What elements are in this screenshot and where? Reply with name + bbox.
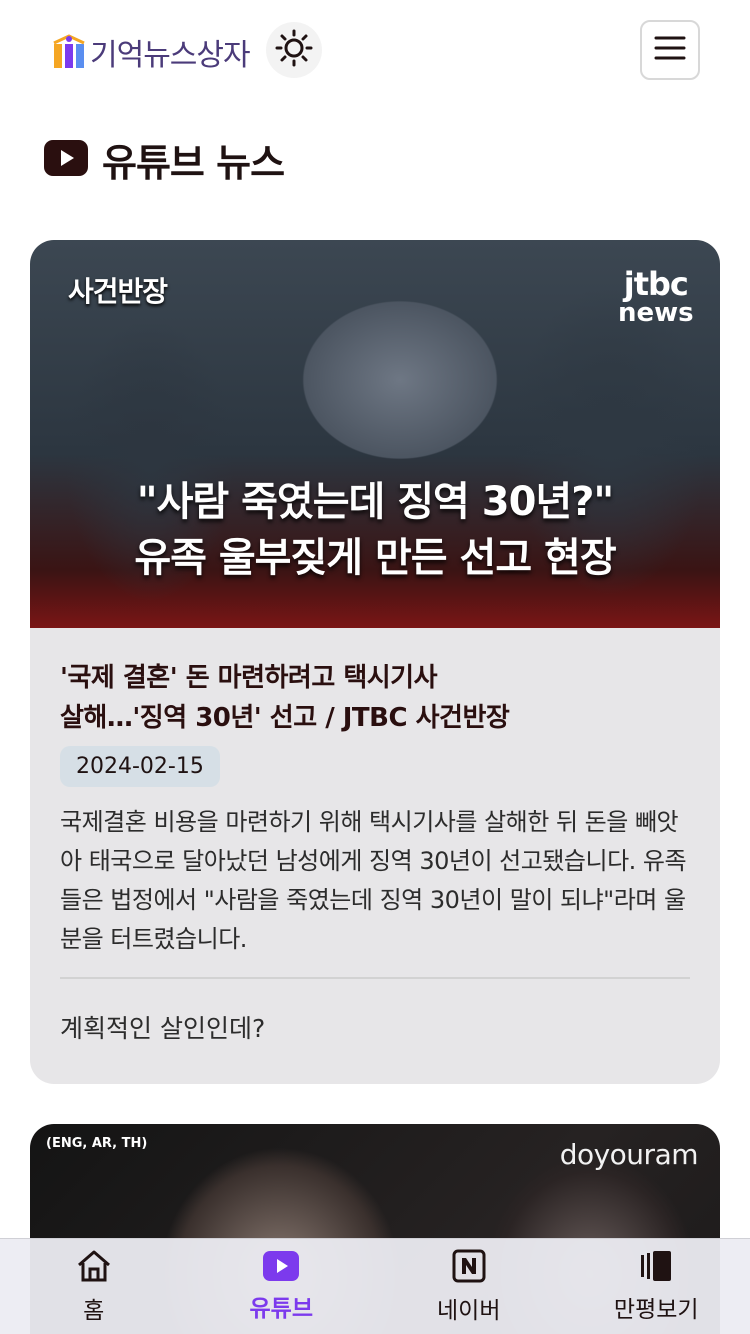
- nav-item-home[interactable]: 홈: [0, 1239, 188, 1334]
- home-icon: [76, 1249, 112, 1287]
- thumbnail-program-tag: 사건반장: [68, 275, 168, 308]
- header: 기억뉴스상자: [0, 0, 750, 100]
- nav-label-youtube: 유튜브: [249, 1295, 313, 1322]
- news-note: 계획적인 살인인데?: [60, 1014, 266, 1043]
- menu-button[interactable]: [640, 20, 700, 80]
- jtbc-news-logo: jtbc news: [618, 268, 694, 326]
- nav-label-cartoon: 만평보기: [613, 1296, 699, 1323]
- thumbnail-headline-line2: 유족 울부짖게 만든 선고 현장: [134, 535, 616, 581]
- news-card[interactable]: 사건반장 jtbc news "사람 죽였는데 징역 30년?" 유족 울부짖게…: [30, 240, 720, 1084]
- news-title[interactable]: '국제 결혼' 돈 마련하려고 택시기사 살해…'징역 30년' 선고 / JT…: [60, 658, 690, 738]
- card-body: '국제 결혼' 돈 마련하려고 택시기사 살해…'징역 30년' 선고 / JT…: [30, 628, 720, 1045]
- nav-label-home: 홈: [83, 1297, 105, 1324]
- hamburger-icon: [654, 35, 686, 65]
- logo-box-icon: [52, 34, 86, 70]
- youtube-icon: [44, 139, 88, 180]
- sun-icon: [274, 28, 314, 72]
- section-header: 유튜브 뉴스: [44, 132, 285, 187]
- nav-item-youtube[interactable]: 유튜브: [188, 1239, 376, 1334]
- logo-line-news: news: [618, 298, 694, 328]
- page-title: 유튜브 뉴스: [102, 141, 285, 185]
- thumbnail-headline-line1: "사람 죽였는데 징역 30년?": [136, 479, 615, 525]
- nav-item-cartoon[interactable]: 만평보기: [563, 1239, 750, 1334]
- news-title-line2: 살해…'징역 30년' 선고 / JTBC 사건반장: [60, 703, 510, 733]
- news-description: 국제결혼 비용을 마련하기 위해 택시기사를 살해한 뒤 돈을 빼앗아 태국으로…: [60, 808, 687, 953]
- nav-label-naver: 네이버: [437, 1297, 501, 1324]
- nav-item-naver[interactable]: 네이버: [375, 1239, 563, 1334]
- naver-icon: [452, 1249, 486, 1287]
- logo[interactable]: 기억뉴스상자: [52, 30, 251, 74]
- thumbnail-language-tag: (ENG, AR, TH): [46, 1136, 148, 1151]
- youtube-icon: [263, 1250, 300, 1285]
- date-badge: 2024-02-15: [60, 746, 220, 787]
- channel-brand: doyouram: [559, 1138, 699, 1171]
- logo-line-jtbc: jtbc: [623, 265, 689, 303]
- theme-toggle-button[interactable]: [266, 22, 322, 78]
- thumbnail-headline: "사람 죽였는데 징역 30년?" 유족 울부짖게 만든 선고 현장: [30, 474, 720, 586]
- divider: [60, 977, 690, 979]
- bottom-nav: 홈 유튜브 네이버 만평보기: [0, 1238, 750, 1334]
- news-title-line1: '국제 결혼' 돈 마련하려고 택시기사: [60, 663, 438, 693]
- cartoon-icon: [639, 1250, 673, 1286]
- logo-text: 기억뉴스상자: [90, 38, 251, 73]
- video-thumbnail[interactable]: 사건반장 jtbc news "사람 죽였는데 징역 30년?" 유족 울부짖게…: [30, 240, 720, 628]
